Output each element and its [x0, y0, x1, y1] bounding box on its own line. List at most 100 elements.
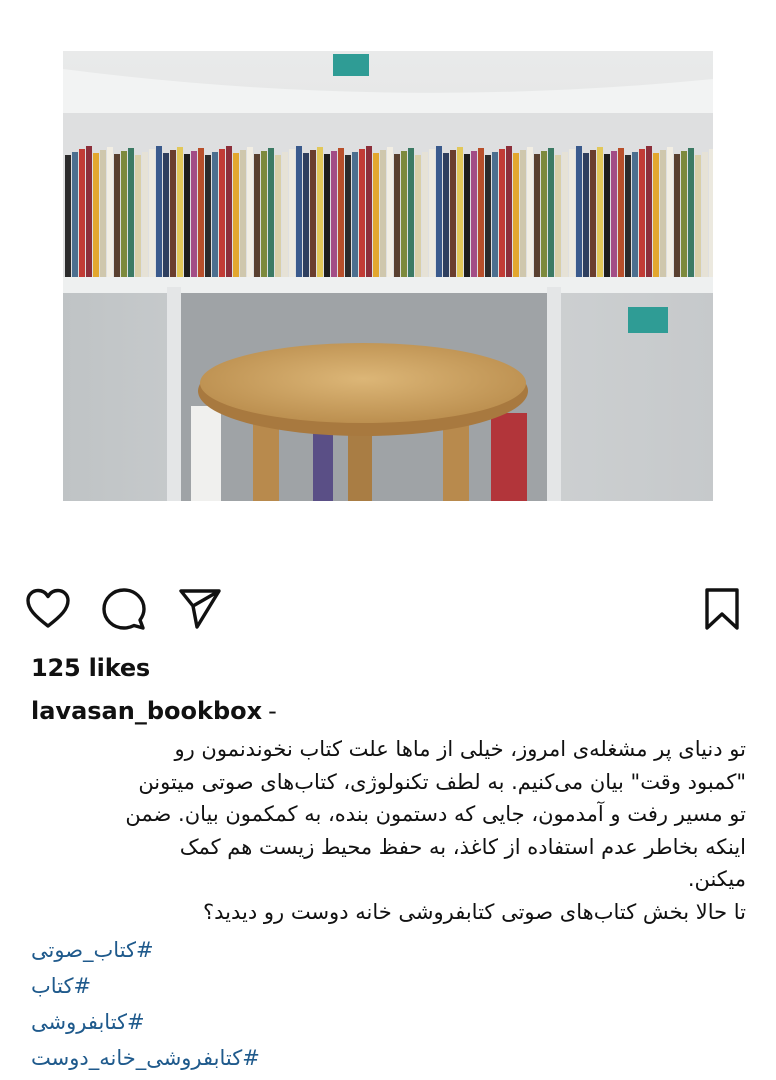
book-spine: [702, 152, 708, 277]
book-spine: [394, 154, 400, 277]
book-spine: [408, 148, 414, 277]
post-image[interactable]: [63, 51, 713, 501]
caption-line: تو مسیر رفت و آمدمون، جایی که دستمون بند…: [125, 802, 746, 826]
book-spine: [289, 149, 295, 277]
book-spine: [639, 149, 645, 277]
book-spine: [359, 149, 365, 277]
book-spine: [177, 147, 183, 277]
book-spine: [653, 153, 659, 277]
book-spine: [247, 147, 253, 277]
book-spine: [625, 155, 631, 277]
book-spine: [233, 153, 239, 277]
book-spine: [485, 155, 491, 277]
hashtag-list: #کتاب_صوتی #کتاب #کتابفروشی #کتابفروشی_خ…: [31, 932, 260, 1076]
save-button[interactable]: [698, 585, 746, 633]
like-button[interactable]: [24, 585, 72, 633]
heart-icon: [26, 588, 70, 628]
book-spine: [464, 154, 470, 277]
comment-bubble-icon: [102, 588, 146, 630]
book-spine: [429, 149, 435, 277]
book-spine: [72, 152, 78, 277]
book-spine: [709, 149, 713, 277]
book-spine: [513, 153, 519, 277]
book-spine: [296, 146, 302, 277]
book-spine: [86, 146, 92, 277]
caption-line: تو دنیای پر مشغله‌ی امروز، خیلی از ماها …: [174, 737, 746, 761]
book-spine: [79, 149, 85, 277]
book-spine: [128, 148, 134, 277]
hashtag-link[interactable]: #کتابفروشی: [31, 1004, 260, 1040]
likes-count[interactable]: 125 likes: [31, 654, 150, 682]
book-spine: [387, 147, 393, 277]
book-spine: [527, 147, 533, 277]
book-spine: [401, 151, 407, 277]
book-spine: [107, 147, 113, 277]
book-spine: [366, 146, 372, 277]
book-spine: [310, 150, 316, 277]
book-spine: [303, 153, 309, 277]
book-spine: [198, 148, 204, 277]
book-spine: [618, 148, 624, 277]
book-spine: [142, 152, 148, 277]
book-spine: [191, 151, 197, 277]
book-spine: [569, 149, 575, 277]
caption-text: تو دنیای پر مشغله‌ی امروز، خیلی از ماها …: [28, 733, 746, 928]
book-spine: [275, 155, 281, 277]
book-spine: [338, 148, 344, 277]
book-spine: [352, 152, 358, 277]
book-spine: [632, 152, 638, 277]
book-spine: [135, 155, 141, 277]
caption-line: تا حالا بخش کتاب‌های صوتی کتابفروشی خانه…: [202, 899, 746, 924]
book-spine: [422, 152, 428, 277]
book-spine: [65, 155, 71, 277]
book-spine: [695, 155, 701, 277]
comment-button[interactable]: [100, 585, 148, 633]
book-spine: [282, 152, 288, 277]
book-spine: [562, 152, 568, 277]
book-spine: [261, 151, 267, 277]
book-spine: [436, 146, 442, 277]
book-spine: [541, 151, 547, 277]
book-spine: [450, 150, 456, 277]
book-spine: [555, 155, 561, 277]
caption-line: "کمبود وقت" بیان می‌کنیم. به لطف تکنولوژ…: [138, 769, 746, 794]
book-spine: [674, 154, 680, 277]
book-spine: [667, 147, 673, 277]
book-spine: [268, 148, 274, 277]
book-spine: [345, 155, 351, 277]
book-spine: [604, 154, 610, 277]
book-spine: [597, 147, 603, 277]
username-separator: -: [268, 697, 277, 725]
username-link[interactable]: lavasan_bookbox: [31, 697, 262, 725]
book-spine: [121, 151, 127, 277]
book-spine: [520, 150, 526, 277]
book-spine: [184, 154, 190, 277]
hashtag-link[interactable]: #کتابفروشی_خانه_دوست: [31, 1040, 260, 1076]
book-spine: [170, 150, 176, 277]
book-spine: [590, 150, 596, 277]
book-spine: [534, 154, 540, 277]
book-spine: [548, 148, 554, 277]
book-spine: [499, 149, 505, 277]
book-spine: [100, 150, 106, 277]
book-spine: [373, 153, 379, 277]
book-spine: [471, 151, 477, 277]
book-spine: [492, 152, 498, 277]
book-spine: [149, 149, 155, 277]
caption-line: میکنن.: [687, 867, 746, 891]
hashtag-link[interactable]: #کتاب_صوتی: [31, 932, 260, 968]
post-action-bar: [0, 585, 776, 635]
book-spine: [443, 153, 449, 277]
book-spine: [254, 154, 260, 277]
hashtag-link[interactable]: #کتاب: [31, 968, 260, 1004]
share-button[interactable]: [176, 585, 224, 633]
bookshelf-photo: [63, 51, 713, 501]
caption-author: lavasan_bookbox -: [31, 697, 277, 725]
book-spine: [646, 146, 652, 277]
bookmark-icon: [705, 588, 739, 630]
book-spine: [240, 150, 246, 277]
book-spine: [415, 155, 421, 277]
book-spine: [688, 148, 694, 277]
caption-line: اینکه بخاطر عدم استفاده از کاغذ، به حفظ …: [179, 834, 746, 859]
book-spine: [212, 152, 218, 277]
